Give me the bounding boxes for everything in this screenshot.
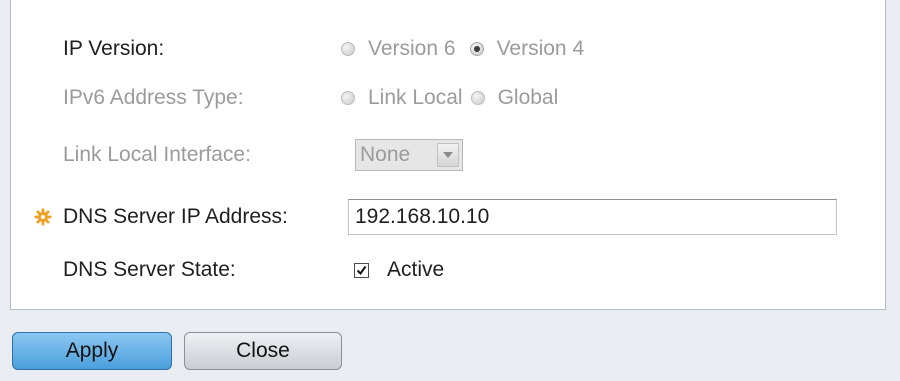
dns-server-state-control: Active [341, 258, 444, 282]
chevron-down-icon[interactable] [437, 143, 459, 167]
dns-server-state-row: DNS Server State: Active [11, 255, 885, 285]
dns-server-state-label: DNS Server State: [63, 258, 236, 281]
ipv6-address-type-label: IPv6 Address Type: [63, 86, 244, 109]
link-local-interface-label: Link Local Interface: [63, 143, 251, 166]
ipv6-address-type-options: Link Local Global [341, 86, 566, 110]
active-checkbox[interactable] [354, 262, 369, 278]
apply-button[interactable]: Apply [12, 332, 172, 370]
active-checkbox-label: Active [387, 258, 445, 281]
radio-version-4[interactable] [469, 42, 484, 56]
radio-global-label: Global [497, 86, 559, 109]
close-button[interactable]: Close [184, 332, 342, 370]
checkmark-icon [356, 265, 367, 275]
radio-version-6-label: Version 6 [368, 37, 456, 60]
radio-link-local-label: Link Local [368, 86, 463, 109]
ip-version-label: IP Version: [63, 37, 165, 60]
radio-version-4-label: Version 4 [496, 37, 585, 60]
ipv6-address-type-row: IPv6 Address Type: Link Local Global [11, 83, 885, 113]
link-local-interface-value: None [360, 143, 411, 166]
dns-server-ip-input[interactable] [348, 199, 837, 235]
ip-version-options: Version 6 Version 4 [341, 37, 592, 61]
dns-server-form-panel: IP Version: Version 6 Version 4 IPv6 Add… [10, 0, 886, 310]
asterisk-gear-icon [33, 207, 53, 227]
radio-version-6[interactable] [341, 42, 355, 56]
radio-link-local[interactable] [341, 91, 355, 105]
radio-global[interactable] [470, 91, 485, 105]
link-local-interface-select[interactable]: None [355, 139, 463, 171]
ip-version-row: IP Version: Version 6 Version 4 [11, 34, 885, 64]
link-local-interface-row: Link Local Interface: None [11, 139, 885, 171]
dns-server-ip-row: DNS Server IP Address: [11, 199, 885, 235]
dns-server-ip-label: DNS Server IP Address: [63, 205, 288, 228]
